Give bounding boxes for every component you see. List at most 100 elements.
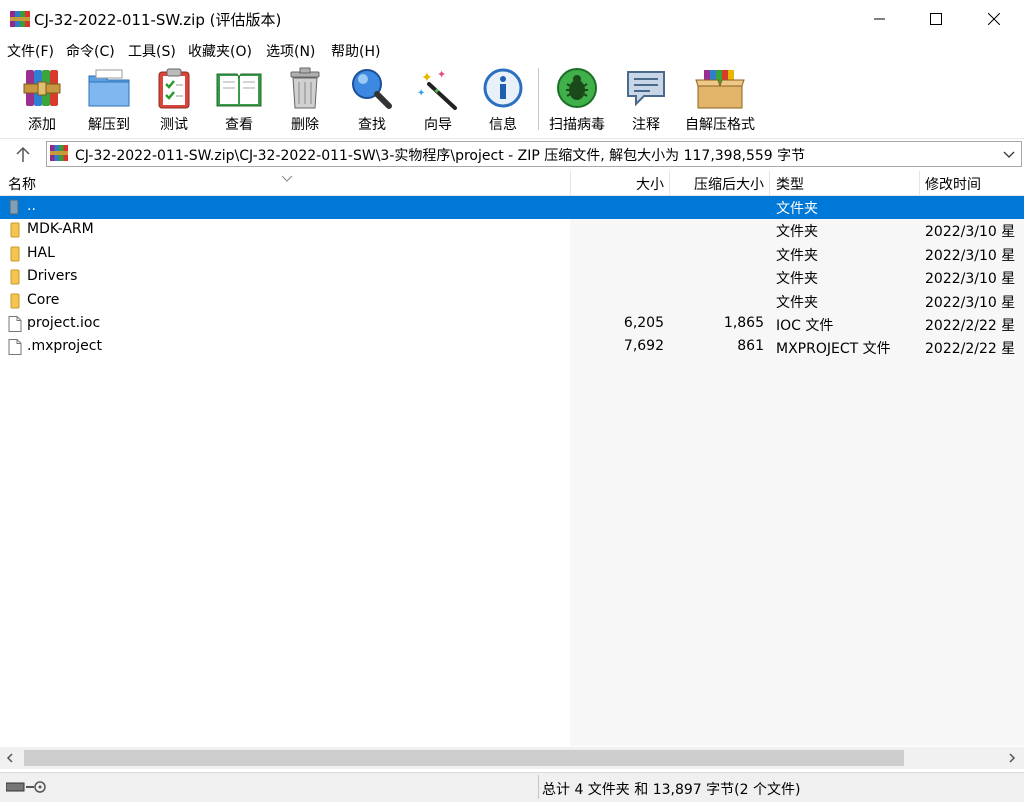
- virus-scan-button[interactable]: 扫描病毒: [545, 62, 609, 136]
- delete-label: 删除: [291, 117, 319, 133]
- parent-folder-row[interactable]: .. 文件夹: [0, 196, 1024, 219]
- winrar-app-icon: [10, 10, 30, 28]
- address-combobox[interactable]: CJ-32-2022-011-SW.zip\CJ-32-2022-011-SW\…: [46, 141, 1022, 167]
- toolbar-separator: [538, 68, 539, 130]
- scrollbar-thumb[interactable]: [24, 750, 904, 766]
- scroll-left-icon[interactable]: [4, 752, 16, 764]
- window-title: CJ-32-2022-011-SW.zip (评估版本): [34, 11, 282, 29]
- sfx-box-icon: [695, 70, 745, 109]
- column-header-type[interactable]: 类型: [776, 174, 804, 194]
- menu-tools[interactable]: 工具(S): [128, 41, 176, 61]
- sort-indicator-icon: [281, 171, 293, 182]
- info-label: 信息: [489, 117, 517, 133]
- column-header-name[interactable]: 名称: [8, 174, 36, 194]
- test-label: 测试: [160, 117, 188, 133]
- file-icon: [7, 339, 23, 356]
- file-name-cell: HAL: [27, 244, 55, 261]
- find-button[interactable]: 查找: [344, 62, 400, 136]
- magic-wand-icon: ✦ ✦ ✦ ✦: [417, 68, 457, 110]
- file-modified-cell: 2022/2/22 星: [925, 318, 1016, 334]
- trash-icon: [290, 67, 320, 109]
- test-button[interactable]: 测试: [146, 62, 202, 136]
- close-button[interactable]: [966, 0, 1022, 38]
- file-type-cell: 文件夹: [776, 294, 818, 311]
- sfx-label: 自解压格式: [685, 117, 755, 133]
- scroll-right-icon[interactable]: [1006, 752, 1018, 764]
- file-name-cell: ..: [27, 198, 36, 214]
- extract-to-label: 解压到: [88, 117, 130, 133]
- extract-folder-icon: [88, 69, 130, 107]
- up-one-level-button[interactable]: [12, 144, 34, 166]
- svg-text:✦: ✦: [433, 87, 441, 97]
- table-row[interactable]: Drivers 文件夹 2022/3/10 星: [0, 266, 1024, 289]
- status-bar: 总计 4 文件夹 和 13,897 字节(2 个文件): [0, 772, 1024, 802]
- address-path: CJ-32-2022-011-SW.zip\CJ-32-2022-011-SW\…: [75, 148, 806, 164]
- menu-help[interactable]: 帮助(H): [331, 41, 380, 61]
- menu-favorites[interactable]: 收藏夹(O): [188, 41, 252, 61]
- view-label: 查看: [225, 117, 253, 133]
- file-packed-cell: 861: [737, 338, 764, 355]
- column-separator[interactable]: [919, 171, 920, 195]
- wizard-button[interactable]: ✦ ✦ ✦ ✦ 向导: [410, 62, 466, 136]
- drive-status-icon[interactable]: [5, 779, 48, 795]
- folder-icon: [7, 293, 23, 309]
- maximize-button[interactable]: [908, 0, 964, 38]
- menu-options[interactable]: 选项(N): [266, 41, 315, 61]
- file-type-cell: 文件夹: [776, 224, 818, 241]
- file-type-cell: MXPROJECT 文件: [776, 341, 891, 358]
- add-archive-icon: [23, 70, 61, 106]
- table-row[interactable]: MDK-ARM 文件夹 2022/3/10 星: [0, 219, 1024, 242]
- extract-to-button[interactable]: 解压到: [77, 62, 141, 136]
- table-row[interactable]: Core 文件夹 2022/3/10 星: [0, 290, 1024, 313]
- comment-label: 注释: [632, 117, 660, 133]
- arrow-up-icon: [16, 146, 30, 162]
- minimize-button[interactable]: [852, 0, 908, 38]
- view-button[interactable]: 查看: [210, 62, 268, 136]
- virus-scan-label: 扫描病毒: [549, 117, 605, 133]
- test-clipboard-icon: [158, 68, 190, 109]
- minimize-icon: [874, 18, 885, 20]
- archive-icon: [50, 145, 68, 161]
- sfx-button[interactable]: 自解压格式: [680, 62, 760, 136]
- toolbar: 添加 解压到 测试 查看 删除 查找 ✦ ✦ ✦ ✦ 向导 信息 扫描病毒 注释…: [0, 62, 1024, 139]
- info-button[interactable]: 信息: [475, 62, 531, 136]
- file-type-cell: 文件夹: [776, 247, 818, 264]
- chevron-down-icon[interactable]: [1001, 146, 1017, 162]
- file-type-cell: 文件夹: [776, 201, 818, 217]
- find-label: 查找: [358, 117, 386, 133]
- column-header-packed[interactable]: 压缩后大小: [669, 174, 764, 194]
- delete-button[interactable]: 删除: [277, 62, 333, 136]
- info-icon: [483, 68, 523, 108]
- parent-folder-icon: [7, 199, 23, 215]
- title-bar: CJ-32-2022-011-SW.zip (评估版本): [0, 0, 1024, 38]
- comment-button[interactable]: 注释: [618, 62, 674, 136]
- menu-file[interactable]: 文件(F): [7, 41, 54, 61]
- column-header-modified[interactable]: 修改时间: [925, 174, 981, 194]
- svg-text:✦: ✦: [421, 70, 433, 86]
- add-label: 添加: [28, 117, 56, 133]
- column-separator[interactable]: [769, 171, 770, 195]
- view-book-icon: [216, 73, 262, 107]
- close-icon: [988, 13, 1000, 25]
- comment-bubble-icon: [627, 71, 665, 107]
- file-modified-cell: 2022/3/10 星: [925, 271, 1016, 288]
- table-row[interactable]: .mxproject 7,692 861 MXPROJECT 文件 2022/2/22 …: [0, 336, 1024, 359]
- status-summary: 总计 4 文件夹 和 13,897 字节(2 个文件): [542, 782, 801, 798]
- status-divider: [538, 775, 539, 799]
- file-name-cell: project.ioc: [27, 315, 101, 331]
- file-packed-cell: 1,865: [723, 315, 764, 331]
- file-modified-cell: 2022/3/10 星: [925, 224, 1016, 241]
- menu-bar: 文件(F) 命令(C) 工具(S) 收藏夹(O) 选项(N) 帮助(H): [0, 38, 1024, 62]
- table-row[interactable]: HAL 文件夹 2022/3/10 星: [0, 243, 1024, 266]
- file-type-cell: 文件夹: [776, 271, 818, 288]
- file-name-cell: Core: [27, 291, 60, 308]
- menu-commands[interactable]: 命令(C): [66, 41, 115, 61]
- file-list: .. 文件夹 MDK-ARM 文件夹 2022/3/10 星 HAL 文件夹 2022/3/1…: [0, 196, 1024, 746]
- horizontal-scrollbar[interactable]: [0, 747, 1024, 769]
- file-name-cell: MDK-ARM: [27, 221, 94, 238]
- table-row[interactable]: project.ioc 6,205 1,865 IOC 文件 2022/2/22 星: [0, 313, 1024, 336]
- column-header-size[interactable]: 大小: [570, 174, 664, 194]
- file-modified-cell: 2022/2/22 星: [925, 341, 1016, 358]
- file-size-cell: 6,205: [623, 315, 664, 331]
- add-button[interactable]: 添加: [12, 62, 72, 136]
